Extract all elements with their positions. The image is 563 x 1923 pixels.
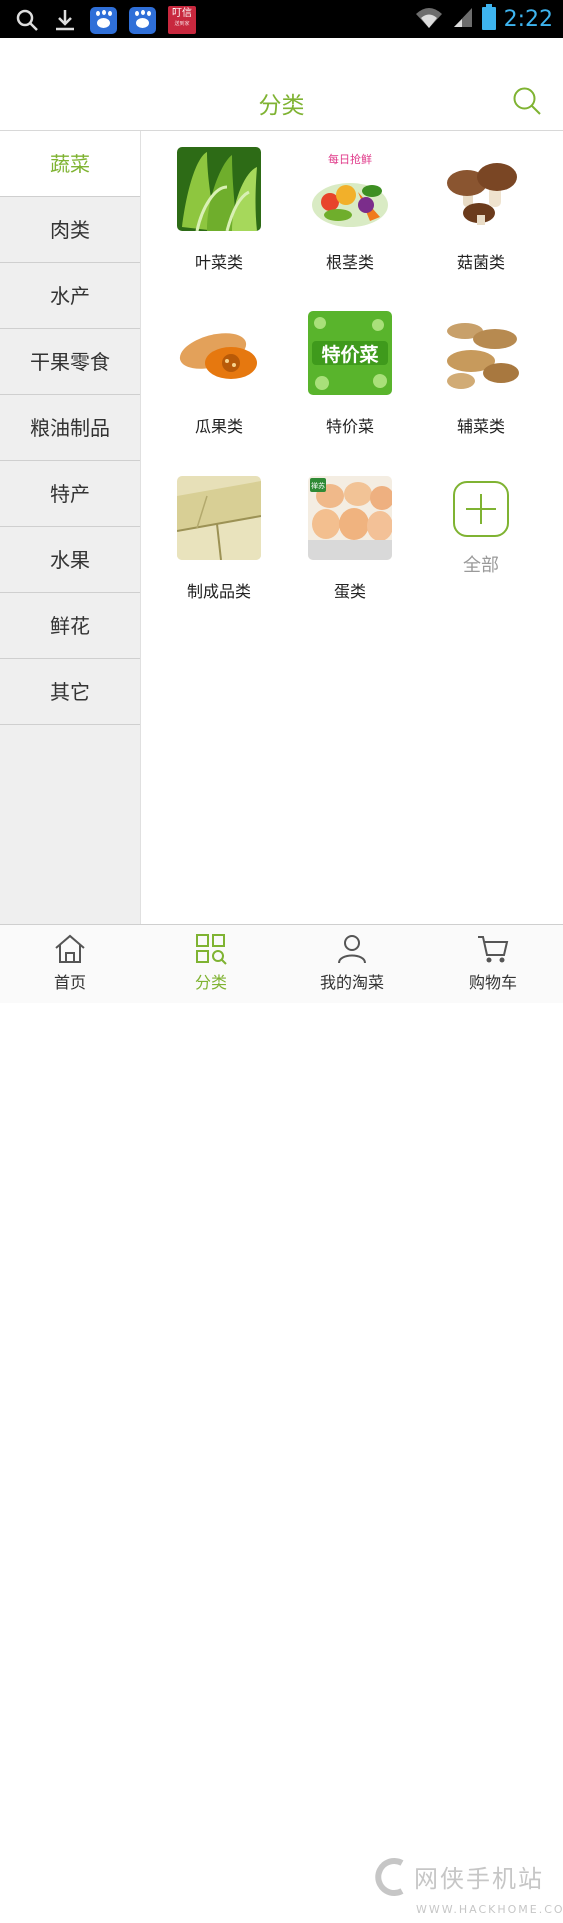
category-sidebar: 蔬菜 肉类 水产 干果零食 粮油制品 特产 水果 鲜花 其它 [0,131,141,924]
watermark-text: 网侠手机站 [414,1865,544,1893]
watermark-url: WWW.HACKHOME.COM [416,1903,563,1916]
sidebar-item-snacks[interactable]: 干果零食 [0,329,140,395]
home-icon [55,934,85,963]
pumpkin-image [177,311,261,395]
search-button[interactable] [512,86,542,116]
sidebar-item-specialty[interactable]: 特产 [0,461,140,527]
sidebar-item-vegetables[interactable]: 蔬菜 [0,131,140,197]
subcategory-label: 蛋类 [333,582,366,601]
eggs-image-text: 禅苏 [311,481,325,490]
all-subcategories-button[interactable]: 全部 [421,481,541,577]
subcategory-label: 菇菌类 [456,253,505,272]
ginger-image [439,311,523,395]
root-vegetables-image: 每日抢鲜 [308,147,392,231]
sidebar-item-meat[interactable]: 肉类 [0,197,140,263]
category-icon [196,934,227,965]
battery-icon [481,4,496,34]
system-icons: 2:22 [414,4,553,34]
page-title: 分类 [258,93,305,119]
subcategory-root[interactable]: 每日抢鲜 根茎类 [290,147,410,273]
tab-label: 我的淘菜 [319,973,384,992]
download-icon [52,7,78,33]
baidu-paw-icon [129,6,156,34]
tab-label: 购物车 [468,973,517,992]
user-icon [338,935,366,964]
tofu-image [177,476,261,560]
subcategory-special[interactable]: 特价菜 特价菜 [290,311,410,437]
status-bar: 叮信 送到家 2:22 [0,0,563,38]
signal-icon [452,5,474,33]
notification-icons: 叮信 送到家 [14,6,196,34]
tab-my-account[interactable]: 我的淘菜 [282,925,422,1003]
eggs-image: 禅苏 [308,476,392,560]
app-header: 分类 [0,38,563,131]
wifi-icon [414,5,444,33]
subcategory-melon[interactable]: 瓜果类 [159,311,279,437]
special-offer-image: 特价菜 [308,311,392,395]
leafy-greens-image [177,147,261,231]
plus-icon [453,481,509,537]
subcategory-processed[interactable]: 制成品类 [159,476,279,602]
subcategory-eggs[interactable]: 禅苏 蛋类 [290,476,410,602]
subcategory-leafy[interactable]: 叶菜类 [159,147,279,273]
subcategory-label: 特价菜 [325,417,374,436]
tab-home[interactable]: 首页 [0,925,140,1003]
search-notification-icon [14,7,40,33]
subcategory-label: 辅菜类 [456,417,505,436]
cart-icon [478,936,509,963]
tab-label: 分类 [194,973,227,992]
subcategory-mushroom[interactable]: 菇菌类 [421,147,541,273]
mushrooms-image [439,147,523,231]
clock: 2:22 [503,6,553,32]
tab-label: 首页 [53,973,86,992]
sidebar-item-grain-oil[interactable]: 粮油制品 [0,395,140,461]
tab-cart[interactable]: 购物车 [423,925,563,1003]
subcategory-label: 瓜果类 [194,417,243,436]
sidebar-item-seafood[interactable]: 水产 [0,263,140,329]
subcategory-label: 叶菜类 [194,253,243,272]
sidebar-item-flowers[interactable]: 鲜花 [0,593,140,659]
sidebar-item-other[interactable]: 其它 [0,659,140,725]
all-label: 全部 [463,555,499,576]
watermark: 网侠手机站 WWW.HACKHOME.COM [370,1853,563,1923]
sidebar-item-fruit[interactable]: 水果 [0,527,140,593]
watermark-logo-icon [375,1858,404,1896]
dingtao-text: 叮信 [172,8,192,19]
tab-category[interactable]: 分类 [141,925,281,1003]
subcategory-label: 根茎类 [325,253,374,272]
subcategory-label: 制成品类 [186,582,251,601]
bottom-navigation: 首页 分类 我的淘菜 购物车 网侠手机站 WWW.HACKHOME.COM [0,924,563,1916]
baidu-paw-icon [90,6,117,34]
search-icon [513,87,541,115]
subcategory-side[interactable]: 辅菜类 [421,311,541,437]
dingtao-subtext: 送到家 [174,21,190,27]
dingtao-app-icon: 叮信 送到家 [168,6,196,34]
special-image-text: 特价菜 [321,343,378,366]
root-veg-image-text: 每日抢鲜 [328,152,372,166]
